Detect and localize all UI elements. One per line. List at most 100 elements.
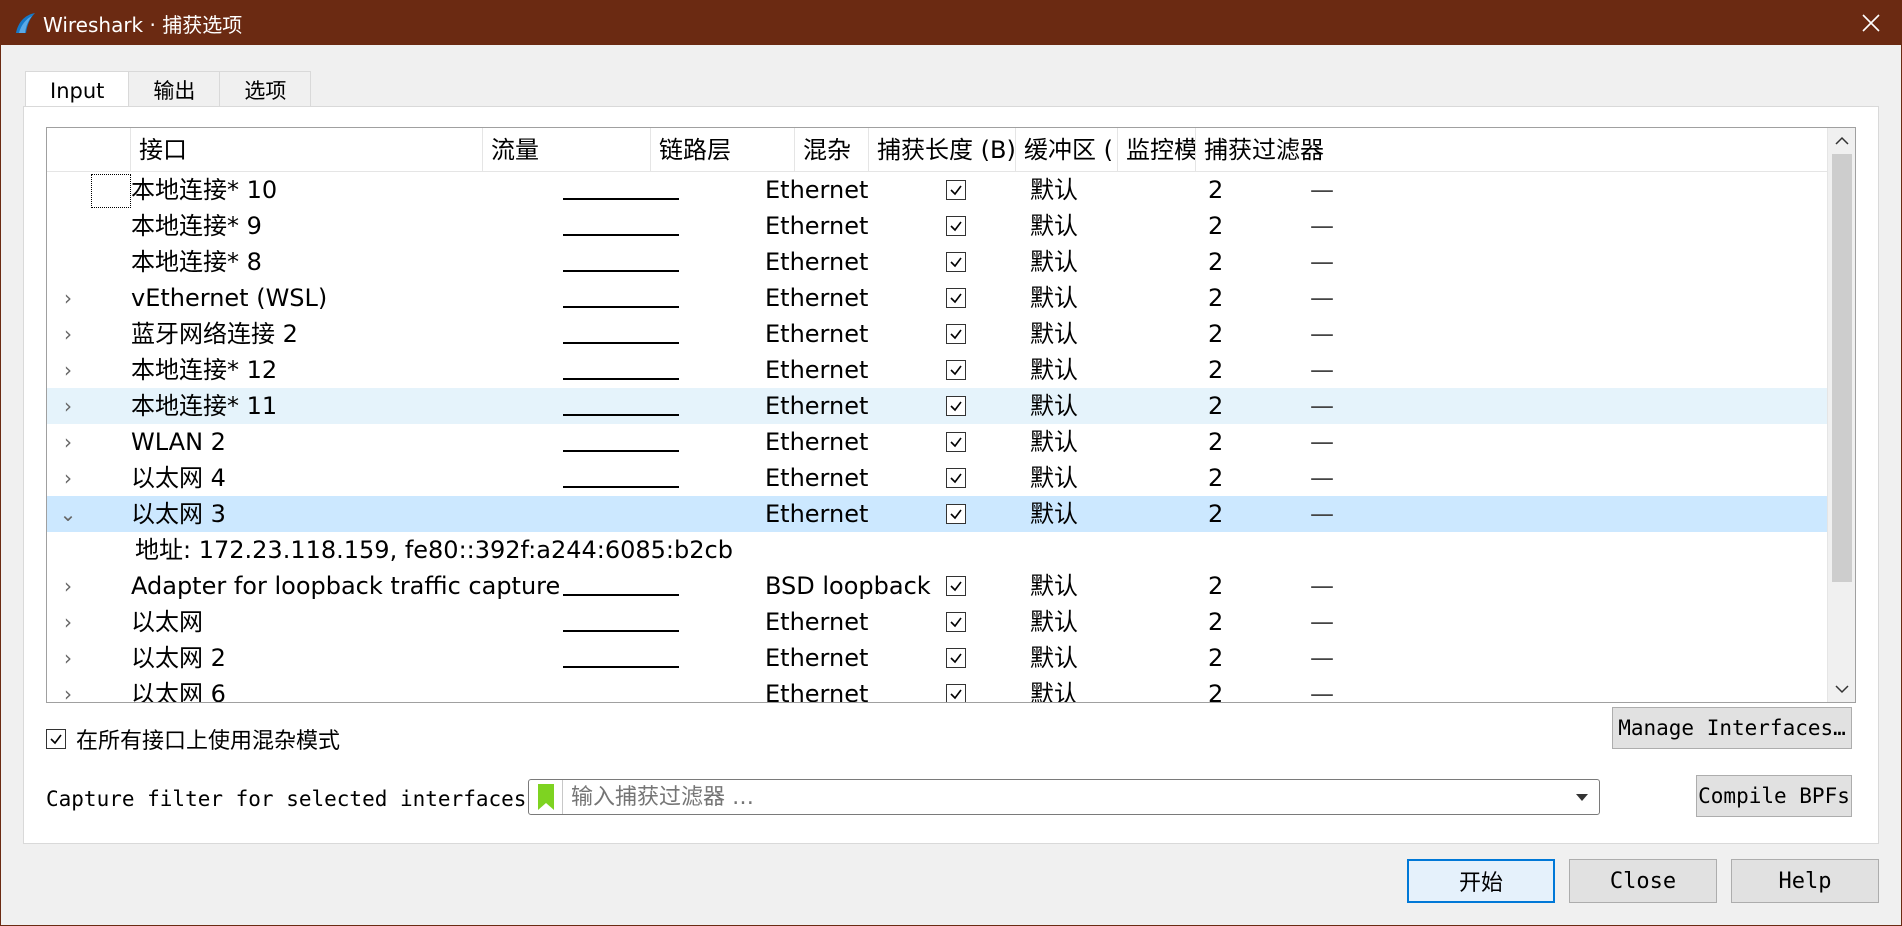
interface-table[interactable]: 接口 流量 链路层 混杂 捕获长度 (B) 缓冲区 ( 监控模 捕获过滤器 本地… [46,127,1856,703]
promisc-all-checkbox[interactable]: 在所有接口上使用混杂模式 [46,723,340,755]
row-select-cell[interactable] [89,496,131,532]
capture-filter-cell[interactable] [1388,208,1788,244]
checkbox-checked-icon[interactable] [946,576,966,596]
promiscuous-checkbox[interactable] [940,676,1030,702]
snaplen-value[interactable]: 默认 [1030,676,1208,702]
promiscuous-checkbox[interactable] [940,316,1030,352]
column-header-buffer[interactable]: 缓冲区 ( [1016,128,1118,172]
snaplen-value[interactable]: 默认 [1030,424,1208,460]
close-icon[interactable] [1849,1,1893,45]
promiscuous-checkbox[interactable] [940,244,1030,280]
promiscuous-checkbox[interactable] [940,172,1030,208]
checkbox-checked-icon[interactable] [946,684,966,702]
buffer-value[interactable]: 2 [1208,172,1310,208]
checkbox-checked-icon[interactable] [946,216,966,236]
capture-filter-cell[interactable] [1388,640,1788,676]
column-header-snaplen[interactable]: 捕获长度 (B) [869,128,1016,172]
buffer-value[interactable]: 2 [1208,460,1310,496]
checkbox-checked-icon[interactable] [946,180,966,200]
capture-filter-cell[interactable] [1388,388,1788,424]
table-row[interactable]: › Adapter for loopback traffic capture BSD… [47,568,1827,604]
capture-filter-cell[interactable] [1388,352,1788,388]
row-select-cell[interactable] [89,568,131,604]
promiscuous-checkbox[interactable] [940,640,1030,676]
start-button[interactable]: 开始 [1407,859,1555,903]
capture-filter-cell[interactable] [1388,280,1788,316]
promiscuous-checkbox[interactable] [940,568,1030,604]
table-row[interactable]: 本地连接* 8 Ethernet 默认 2— [47,244,1827,280]
row-select-cell[interactable] [89,640,131,676]
row-select-cell[interactable] [89,604,131,640]
capture-filter-cell[interactable] [1388,568,1788,604]
close-button[interactable]: Close [1569,859,1717,903]
chevron-down-icon[interactable]: ⌄ [47,496,89,532]
snaplen-value[interactable]: 默认 [1030,568,1208,604]
buffer-value[interactable]: 2 [1208,604,1310,640]
snaplen-value[interactable]: 默认 [1030,208,1208,244]
vertical-scrollbar[interactable] [1827,128,1855,702]
promiscuous-checkbox[interactable] [940,388,1030,424]
scroll-up-icon[interactable] [1828,128,1855,154]
snaplen-value[interactable]: 默认 [1030,316,1208,352]
tab-output[interactable]: 输出 [128,71,221,107]
capture-filter-cell[interactable] [1388,316,1788,352]
snaplen-value[interactable]: 默认 [1030,496,1208,532]
snaplen-value[interactable]: 默认 [1030,172,1208,208]
snaplen-value[interactable]: 默认 [1030,352,1208,388]
chevron-right-icon[interactable]: › [47,352,89,388]
capture-filter-cell[interactable] [1388,172,1788,208]
buffer-value[interactable]: 2 [1208,208,1310,244]
table-row[interactable]: › WLAN 2 Ethernet 默认 2— [47,424,1827,460]
snaplen-value[interactable]: 默认 [1030,244,1208,280]
checkbox-checked-icon[interactable] [946,360,966,380]
column-header-promiscuous[interactable]: 混杂 [795,128,869,172]
promiscuous-checkbox[interactable] [940,352,1030,388]
buffer-value[interactable]: 2 [1208,640,1310,676]
row-select-cell[interactable] [89,352,131,388]
row-select-cell[interactable] [89,424,131,460]
snaplen-value[interactable]: 默认 [1030,388,1208,424]
chevron-right-icon[interactable]: › [47,280,89,316]
chevron-right-icon[interactable]: › [47,424,89,460]
checkbox-checked-icon[interactable] [946,396,966,416]
table-row[interactable]: 本地连接* 10 Ethernet 默认 2— [47,172,1827,208]
checkbox-checked-icon[interactable] [946,288,966,308]
checkbox-checked-icon[interactable] [946,504,966,524]
capture-filter-cell[interactable] [1388,676,1788,702]
table-row[interactable]: 地址: 172.23.118.159, fe80::392f:a244:6085… [47,532,1827,568]
buffer-value[interactable]: 2 [1208,424,1310,460]
table-row[interactable]: › 以太网 2 Ethernet 默认 2— [47,640,1827,676]
snaplen-value[interactable]: 默认 [1030,604,1208,640]
row-select-cell[interactable] [89,244,131,280]
column-header-link-layer[interactable]: 链路层 [651,128,795,172]
row-select-cell[interactable] [89,316,131,352]
checkbox-checked-icon[interactable] [946,252,966,272]
snaplen-value[interactable]: 默认 [1030,460,1208,496]
chevron-right-icon[interactable]: › [47,640,89,676]
checkbox-checked-icon[interactable] [946,648,966,668]
checkbox-checked-icon[interactable] [946,324,966,344]
capture-filter-cell[interactable] [1388,244,1788,280]
buffer-value[interactable]: 2 [1208,568,1310,604]
dropdown-arrow-icon[interactable] [1565,792,1599,802]
column-header-monitor[interactable]: 监控模 [1118,128,1196,172]
table-row[interactable]: › 以太网 Ethernet 默认 2— [47,604,1827,640]
buffer-value[interactable]: 2 [1208,388,1310,424]
capture-filter-cell[interactable] [1388,496,1788,532]
table-row[interactable]: ⌄ 以太网 3 Ethernet 默认 2— [47,496,1827,532]
capture-filter-cell[interactable] [1388,424,1788,460]
row-select-cell[interactable] [89,388,131,424]
scrollbar-thumb[interactable] [1832,154,1852,582]
capture-filter-combo[interactable] [528,779,1600,815]
checkbox-checked-icon[interactable] [946,468,966,488]
promiscuous-checkbox[interactable] [940,424,1030,460]
table-row[interactable]: 本地连接* 9 Ethernet 默认 2— [47,208,1827,244]
row-select-cell[interactable] [89,172,131,208]
column-header-interface[interactable]: 接口 [131,128,483,172]
table-row[interactable]: › 以太网 4 Ethernet 默认 2— [47,460,1827,496]
bookmark-icon[interactable] [529,780,563,814]
buffer-value[interactable]: 2 [1208,676,1310,702]
buffer-value[interactable]: 2 [1208,496,1310,532]
capture-filter-cell[interactable] [1388,460,1788,496]
chevron-right-icon[interactable]: › [47,316,89,352]
